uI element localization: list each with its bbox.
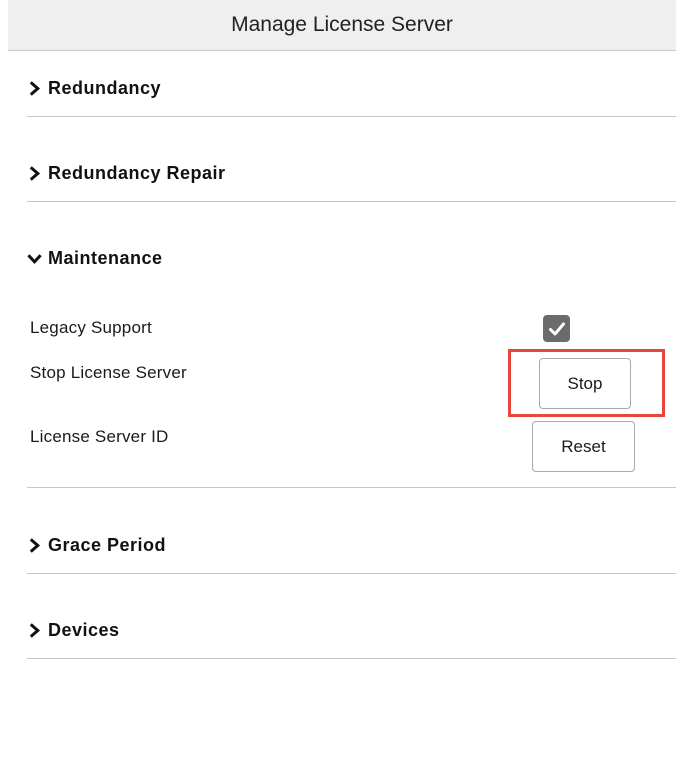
- reset-button[interactable]: Reset: [532, 421, 635, 472]
- section-redundancy-label: Redundancy: [48, 78, 162, 98]
- divider: [27, 658, 676, 659]
- page-title-text: Manage License Server: [231, 13, 453, 36]
- section-grace-period-label: Grace Period: [48, 535, 167, 555]
- section-maintenance[interactable]: Maintenance: [27, 248, 163, 269]
- checkmark-icon: [548, 322, 565, 335]
- chevron-right-icon: [27, 538, 42, 553]
- section-grace-period[interactable]: Grace Period: [27, 535, 166, 556]
- chevron-right-icon: [27, 623, 42, 638]
- page-title: Manage License Server: [8, 0, 676, 51]
- legacy-support-checkbox[interactable]: [543, 315, 570, 342]
- divider: [27, 573, 676, 574]
- divider: [27, 201, 676, 202]
- section-devices[interactable]: Devices: [27, 620, 120, 641]
- divider: [27, 487, 676, 488]
- license-server-id-label: License Server ID: [30, 427, 169, 446]
- section-redundancy[interactable]: Redundancy: [27, 78, 161, 99]
- section-maintenance-label: Maintenance: [48, 248, 163, 268]
- stop-button[interactable]: Stop: [539, 358, 631, 409]
- chevron-right-icon: [27, 166, 42, 181]
- section-redundancy-repair-label: Redundancy Repair: [48, 163, 226, 183]
- stop-license-server-label: Stop License Server: [30, 363, 187, 382]
- chevron-right-icon: [27, 81, 42, 96]
- section-devices-label: Devices: [48, 620, 120, 640]
- divider: [27, 116, 676, 117]
- chevron-down-icon: [27, 251, 42, 266]
- legacy-support-label: Legacy Support: [30, 318, 152, 337]
- section-redundancy-repair[interactable]: Redundancy Repair: [27, 163, 226, 184]
